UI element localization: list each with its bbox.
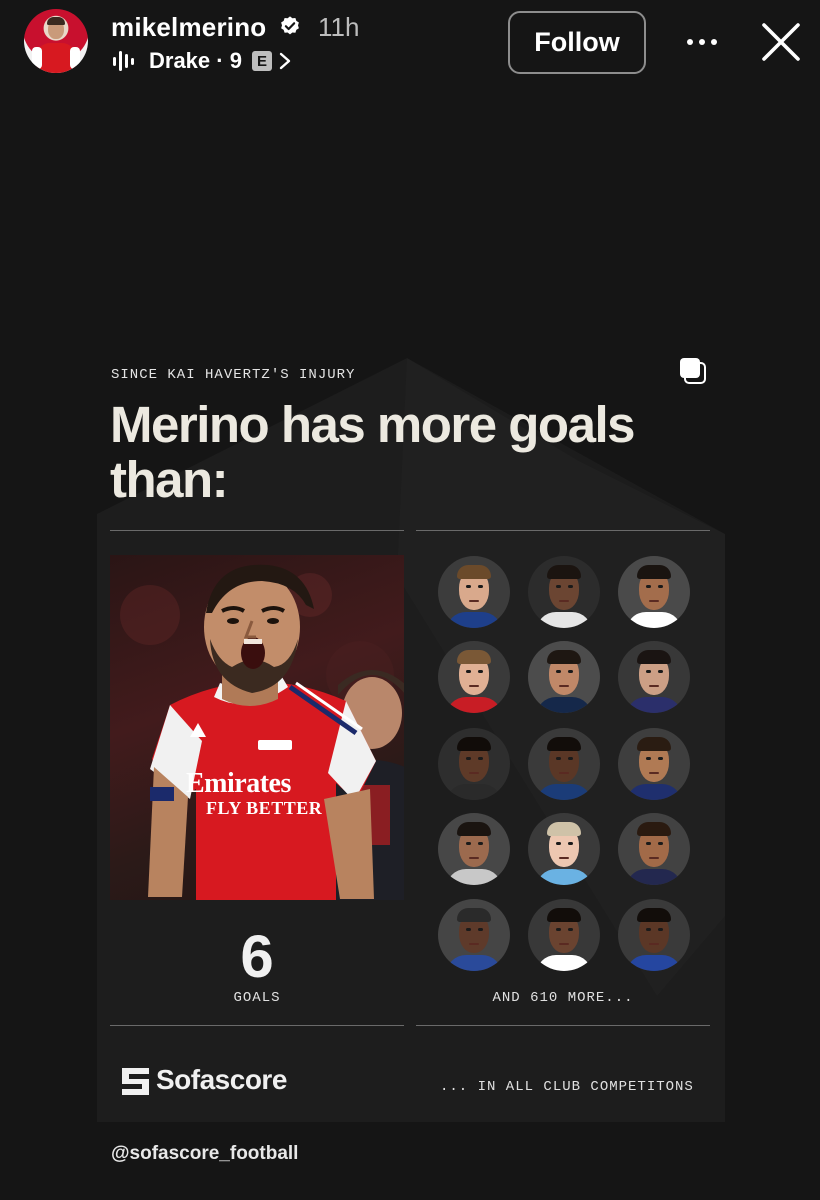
player-face-avatar bbox=[438, 728, 510, 800]
follow-button[interactable]: Follow bbox=[508, 11, 646, 74]
shirt-sponsor-line1: Emirates bbox=[186, 768, 291, 799]
account-mention[interactable]: @sofascore_football bbox=[111, 1143, 298, 1165]
scope-note: ... IN ALL CLUB COMPETITONS bbox=[440, 1079, 694, 1095]
player-face-avatar bbox=[618, 728, 690, 800]
post-age: 11h bbox=[318, 12, 360, 42]
explicit-badge: E bbox=[251, 51, 272, 71]
goals-label: GOALS bbox=[233, 990, 281, 1006]
player-face-avatar bbox=[528, 641, 600, 713]
divider-right-top bbox=[416, 530, 710, 531]
card-headline: Merino has more goals than: bbox=[110, 396, 635, 508]
player-face-avatar bbox=[528, 556, 600, 628]
profile-avatar[interactable] bbox=[24, 9, 88, 73]
player-face-avatar bbox=[528, 899, 600, 971]
goals-count: 6 bbox=[240, 923, 274, 990]
copy-icon[interactable] bbox=[676, 355, 708, 385]
player-face-avatar bbox=[528, 813, 600, 885]
player-face-avatar bbox=[528, 728, 600, 800]
divider-left-top bbox=[110, 530, 404, 531]
divider-right-bottom bbox=[416, 1025, 710, 1026]
more-players-label: AND 610 MORE... bbox=[492, 990, 634, 1006]
sofascore-logo-icon bbox=[122, 1068, 149, 1095]
player-face-avatar bbox=[618, 641, 690, 713]
more-options-icon[interactable] bbox=[685, 32, 719, 52]
shirt-sponsor-line2: FLY BETTER bbox=[206, 798, 323, 818]
divider-left-bottom bbox=[110, 1025, 404, 1026]
card-eyebrow: SINCE KAI HAVERTZ'S INJURY bbox=[111, 367, 356, 383]
player-face-avatar bbox=[438, 556, 510, 628]
equalizer-icon bbox=[113, 50, 137, 72]
chevron-right-icon bbox=[279, 52, 291, 70]
player-face-avatar bbox=[618, 899, 690, 971]
player-face-avatar bbox=[438, 813, 510, 885]
music-attribution[interactable]: Drake · 9 E bbox=[113, 47, 292, 75]
close-icon[interactable] bbox=[760, 21, 802, 63]
story-header: mikelmerino 11h Drake · 9 E Follow bbox=[0, 0, 820, 90]
player-photo: Emirates FLY BETTER bbox=[110, 555, 404, 900]
player-face-avatar bbox=[438, 899, 510, 971]
music-label: Drake · 9 bbox=[149, 48, 242, 73]
player-face-avatar bbox=[618, 813, 690, 885]
sofascore-wordmark: Sofascore bbox=[156, 1064, 287, 1095]
player-face-avatar bbox=[438, 641, 510, 713]
verified-badge-icon bbox=[281, 16, 299, 35]
player-face-avatar bbox=[618, 556, 690, 628]
username[interactable]: mikelmerino bbox=[111, 12, 266, 43]
